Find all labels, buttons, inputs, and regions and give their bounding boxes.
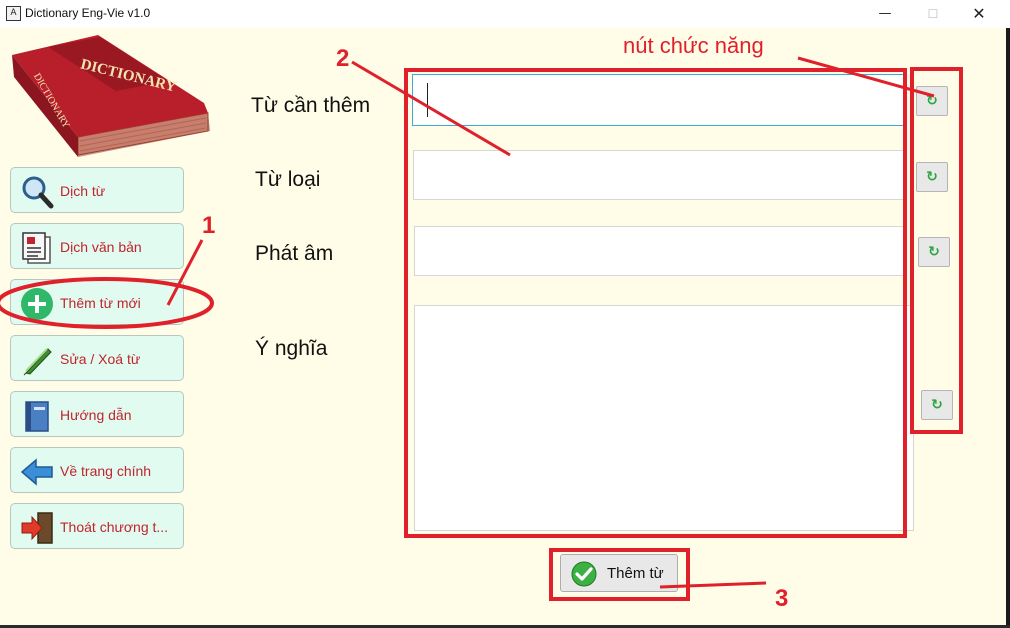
annotation-line-function (797, 56, 935, 98)
annotation-line-3 (659, 581, 767, 589)
annotation-function-buttons-text: nút chức năng (623, 33, 764, 58)
annotation-line-1 (166, 239, 204, 306)
annotation-number-3: 3 (775, 585, 789, 612)
annotation-number-2: 2 (336, 45, 350, 72)
annotation-line-2 (351, 60, 511, 157)
annotation-number-1: 1 (202, 212, 216, 239)
annotation-overlay (0, 56, 935, 589)
annotation-ellipse (0, 277, 214, 329)
